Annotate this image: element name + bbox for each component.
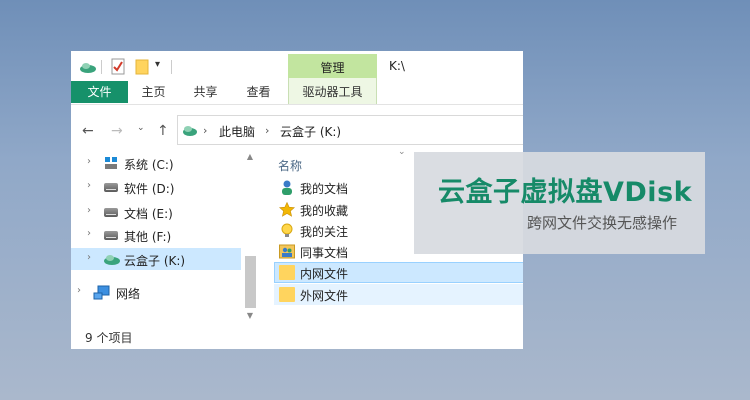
recent-locations-icon[interactable]: ⌄ — [137, 123, 145, 133]
status-item-count: 9 个项目 — [85, 331, 133, 345]
customize-toolbar-icon[interactable]: ▾ — [155, 59, 160, 70]
toolbar-divider — [171, 60, 172, 74]
window-title: K:\ — [389, 59, 405, 73]
nav-item-drive-d[interactable]: › 软件 (D:) — [71, 176, 241, 198]
banner-title: 云盒子虚拟盘VDisk — [438, 177, 693, 208]
file-name: 同事文档 — [300, 246, 349, 260]
user-documents-icon — [282, 180, 292, 195]
expand-chevron-icon[interactable]: › — [87, 205, 91, 216]
cloud-drive-icon[interactable] — [79, 60, 97, 74]
cloud-drive-icon — [104, 255, 120, 265]
manage-tab-label[interactable]: 管理 — [288, 59, 377, 76]
tab-view[interactable]: 查看 — [236, 81, 281, 103]
nav-item-label: 云盒子 (K:) — [124, 254, 186, 268]
banner-subtitle: 跨网文件交换无感操作 — [526, 214, 677, 232]
lightbulb-icon — [281, 223, 293, 237]
nav-item-label: 软件 (D:) — [124, 182, 175, 196]
breadcrumb-current[interactable]: 云盒子 (K:) — [280, 123, 341, 140]
tab-file[interactable]: 文件 — [71, 81, 128, 103]
new-folder-icon[interactable] — [135, 59, 149, 75]
nav-item-label: 其他 (F:) — [124, 230, 172, 244]
nav-item-drive-f[interactable]: › 其他 (F:) — [71, 224, 241, 246]
toolbar-divider — [101, 60, 102, 74]
address-bar[interactable]: › 此电脑 › 云盒子 (K:) — [177, 115, 523, 145]
drive-icon — [104, 183, 118, 192]
shared-documents-icon — [279, 244, 295, 259]
properties-icon[interactable] — [111, 58, 125, 75]
expand-chevron-icon[interactable]: › — [87, 252, 91, 263]
nav-item-network[interactable]: › 网络 — [71, 281, 231, 303]
file-name: 我的文档 — [300, 182, 349, 196]
expand-chevron-icon[interactable]: › — [87, 228, 91, 239]
file-name: 外网文件 — [300, 289, 349, 303]
drive-icon — [104, 231, 118, 240]
expand-chevron-icon[interactable]: › — [77, 285, 81, 296]
column-header-name[interactable]: 名称 — [278, 157, 302, 174]
file-name: 我的关注 — [300, 225, 349, 239]
nav-item-drive-k[interactable]: › 云盒子 (K:) — [71, 248, 241, 270]
tab-share[interactable]: 共享 — [183, 81, 228, 103]
sort-chevron-icon[interactable]: ⌄ — [398, 147, 406, 157]
expand-chevron-icon[interactable]: › — [87, 180, 91, 191]
up-arrow-icon[interactable]: ↑ — [157, 123, 169, 139]
nav-item-label: 网络 — [116, 287, 141, 301]
tab-drive-tools[interactable]: 驱动器工具 — [289, 81, 376, 103]
forward-arrow-icon[interactable]: → — [111, 123, 123, 139]
nav-item-drive-c[interactable]: › 系统 (C:) — [71, 152, 241, 174]
file-name: 我的收藏 — [300, 204, 349, 218]
network-icon — [93, 285, 110, 300]
list-item[interactable]: 内网文件 — [274, 262, 523, 283]
nav-item-label: 文档 (E:) — [124, 207, 173, 221]
list-item[interactable]: 外网文件 — [274, 284, 523, 305]
breadcrumb-this-pc[interactable]: 此电脑 — [219, 123, 255, 140]
star-icon — [279, 202, 295, 217]
ribbon-divider — [71, 104, 523, 105]
scroll-down-icon[interactable]: ▼ — [244, 311, 256, 320]
file-name: 内网文件 — [300, 267, 349, 281]
tab-home[interactable]: 主页 — [131, 81, 176, 103]
nav-item-label: 系统 (C:) — [124, 158, 174, 172]
nav-item-drive-e[interactable]: › 文档 (E:) — [71, 201, 241, 223]
nav-scrollbar-thumb[interactable] — [245, 256, 256, 308]
scroll-up-icon[interactable]: ▲ — [244, 152, 256, 161]
windows-drive-icon — [105, 157, 117, 169]
expand-chevron-icon[interactable]: › — [87, 156, 91, 167]
folder-icon — [279, 287, 295, 302]
breadcrumb-separator-icon[interactable]: › — [203, 124, 207, 137]
cloud-drive-icon — [183, 126, 197, 136]
folder-icon — [279, 265, 295, 280]
drive-icon — [104, 208, 118, 217]
back-arrow-icon[interactable]: ← — [82, 123, 94, 139]
promo-banner: 云盒子虚拟盘VDisk 跨网文件交换无感操作 — [414, 152, 705, 254]
breadcrumb-separator-icon[interactable]: › — [265, 124, 269, 137]
